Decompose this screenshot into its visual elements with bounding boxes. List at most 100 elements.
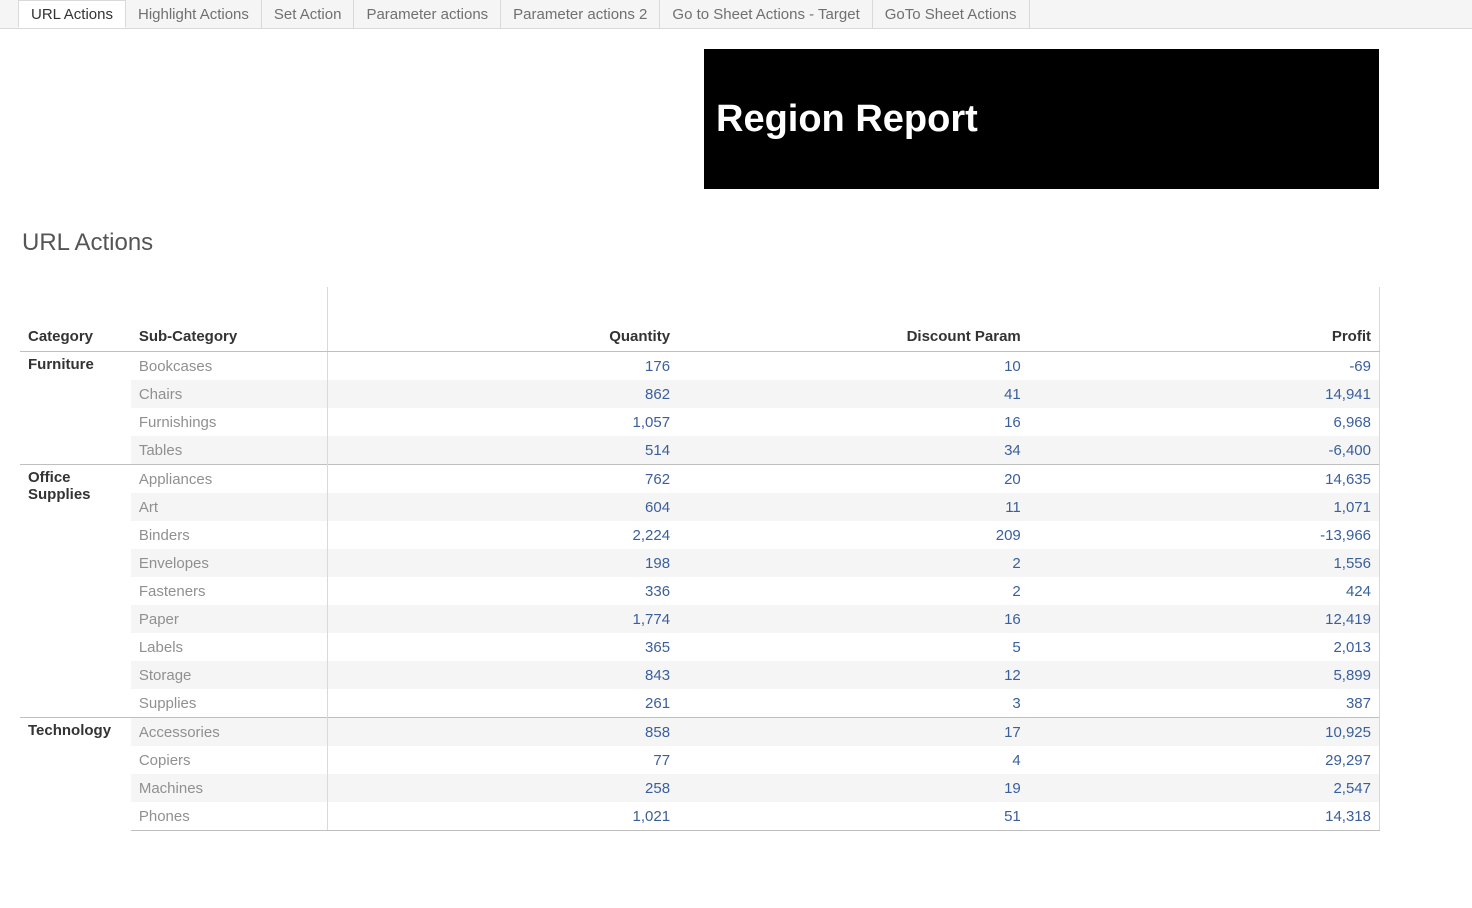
- quantity-cell[interactable]: 2,224: [327, 521, 678, 549]
- quantity-cell[interactable]: 336: [327, 577, 678, 605]
- profit-cell[interactable]: 10,925: [1029, 718, 1380, 747]
- table-row[interactable]: Art604111,071: [20, 493, 1380, 521]
- profit-cell[interactable]: -13,966: [1029, 521, 1380, 549]
- table-row[interactable]: Copiers77429,297: [20, 746, 1380, 774]
- category-cell[interactable]: OfficeSupplies: [20, 465, 131, 718]
- tab-goto-sheet-actions[interactable]: GoTo Sheet Actions: [873, 0, 1030, 28]
- profit-cell[interactable]: -6,400: [1029, 436, 1380, 465]
- discount-cell[interactable]: 2: [678, 549, 1029, 577]
- profit-cell[interactable]: 424: [1029, 577, 1380, 605]
- quantity-cell[interactable]: 862: [327, 380, 678, 408]
- discount-cell[interactable]: 34: [678, 436, 1029, 465]
- sub-category-cell[interactable]: Appliances: [131, 465, 328, 494]
- col-discount-param[interactable]: Discount Param: [678, 287, 1029, 352]
- tab-parameter-actions[interactable]: Parameter actions: [354, 0, 501, 28]
- col-profit[interactable]: Profit: [1029, 287, 1380, 352]
- table-row[interactable]: Envelopes19821,556: [20, 549, 1380, 577]
- table-row[interactable]: FurnitureBookcases17610-69: [20, 352, 1380, 381]
- table-row[interactable]: Machines258192,547: [20, 774, 1380, 802]
- profit-cell[interactable]: 14,318: [1029, 802, 1380, 831]
- profit-cell[interactable]: 1,556: [1029, 549, 1380, 577]
- discount-cell[interactable]: 4: [678, 746, 1029, 774]
- col-quantity[interactable]: Quantity: [327, 287, 678, 352]
- quantity-cell[interactable]: 258: [327, 774, 678, 802]
- quantity-cell[interactable]: 261: [327, 689, 678, 718]
- table-row[interactable]: Labels36552,013: [20, 633, 1380, 661]
- sub-category-cell[interactable]: Chairs: [131, 380, 328, 408]
- sub-category-cell[interactable]: Storage: [131, 661, 328, 689]
- category-cell[interactable]: Technology: [20, 718, 131, 831]
- table-row[interactable]: Supplies2613387: [20, 689, 1380, 718]
- table-row[interactable]: TechnologyAccessories8581710,925: [20, 718, 1380, 747]
- tab-go-to-sheet-actions-target[interactable]: Go to Sheet Actions - Target: [660, 0, 872, 28]
- discount-cell[interactable]: 20: [678, 465, 1029, 494]
- discount-cell[interactable]: 19: [678, 774, 1029, 802]
- table-row[interactable]: OfficeSuppliesAppliances7622014,635: [20, 465, 1380, 494]
- tab-set-action[interactable]: Set Action: [262, 0, 355, 28]
- quantity-cell[interactable]: 1,774: [327, 605, 678, 633]
- quantity-cell[interactable]: 365: [327, 633, 678, 661]
- profit-cell[interactable]: 387: [1029, 689, 1380, 718]
- quantity-cell[interactable]: 843: [327, 661, 678, 689]
- profit-cell[interactable]: 6,968: [1029, 408, 1380, 436]
- sub-category-cell[interactable]: Binders: [131, 521, 328, 549]
- sub-category-cell[interactable]: Supplies: [131, 689, 328, 718]
- profit-cell[interactable]: 14,941: [1029, 380, 1380, 408]
- table-row[interactable]: Phones1,0215114,318: [20, 802, 1380, 831]
- profit-cell[interactable]: 1,071: [1029, 493, 1380, 521]
- sub-category-cell[interactable]: Machines: [131, 774, 328, 802]
- discount-cell[interactable]: 12: [678, 661, 1029, 689]
- sub-category-cell[interactable]: Tables: [131, 436, 328, 465]
- discount-cell[interactable]: 17: [678, 718, 1029, 747]
- sub-category-cell[interactable]: Bookcases: [131, 352, 328, 381]
- profit-cell[interactable]: 2,013: [1029, 633, 1380, 661]
- profit-cell[interactable]: 14,635: [1029, 465, 1380, 494]
- table-row[interactable]: Paper1,7741612,419: [20, 605, 1380, 633]
- quantity-cell[interactable]: 858: [327, 718, 678, 747]
- table-row[interactable]: Fasteners3362424: [20, 577, 1380, 605]
- tab-parameter-actions-2[interactable]: Parameter actions 2: [501, 0, 660, 28]
- profit-cell[interactable]: 2,547: [1029, 774, 1380, 802]
- sub-category-cell[interactable]: Phones: [131, 802, 328, 831]
- sub-category-cell[interactable]: Envelopes: [131, 549, 328, 577]
- col-sub-category[interactable]: Sub-Category: [131, 287, 328, 352]
- quantity-cell[interactable]: 762: [327, 465, 678, 494]
- quantity-cell[interactable]: 176: [327, 352, 678, 381]
- quantity-cell[interactable]: 1,057: [327, 408, 678, 436]
- sub-category-cell[interactable]: Labels: [131, 633, 328, 661]
- discount-cell[interactable]: 16: [678, 605, 1029, 633]
- sub-category-cell[interactable]: Fasteners: [131, 577, 328, 605]
- profit-cell[interactable]: 29,297: [1029, 746, 1380, 774]
- profit-cell[interactable]: 5,899: [1029, 661, 1380, 689]
- discount-cell[interactable]: 2: [678, 577, 1029, 605]
- discount-cell[interactable]: 10: [678, 352, 1029, 381]
- discount-cell[interactable]: 5: [678, 633, 1029, 661]
- discount-cell[interactable]: 16: [678, 408, 1029, 436]
- col-category[interactable]: Category: [20, 287, 131, 352]
- sub-category-cell[interactable]: Accessories: [131, 718, 328, 747]
- discount-cell[interactable]: 51: [678, 802, 1029, 831]
- table-row[interactable]: Furnishings1,057166,968: [20, 408, 1380, 436]
- quantity-cell[interactable]: 77: [327, 746, 678, 774]
- tab-url-actions[interactable]: URL Actions: [18, 0, 126, 28]
- table-row[interactable]: Binders2,224209-13,966: [20, 521, 1380, 549]
- sub-category-cell[interactable]: Art: [131, 493, 328, 521]
- profit-cell[interactable]: -69: [1029, 352, 1380, 381]
- quantity-cell[interactable]: 514: [327, 436, 678, 465]
- sub-category-cell[interactable]: Furnishings: [131, 408, 328, 436]
- quantity-cell[interactable]: 1,021: [327, 802, 678, 831]
- quantity-cell[interactable]: 604: [327, 493, 678, 521]
- table-row[interactable]: Tables51434-6,400: [20, 436, 1380, 465]
- quantity-cell[interactable]: 198: [327, 549, 678, 577]
- tab-highlight-actions[interactable]: Highlight Actions: [126, 0, 262, 28]
- sub-category-cell[interactable]: Copiers: [131, 746, 328, 774]
- discount-cell[interactable]: 41: [678, 380, 1029, 408]
- table-row[interactable]: Storage843125,899: [20, 661, 1380, 689]
- discount-cell[interactable]: 209: [678, 521, 1029, 549]
- discount-cell[interactable]: 3: [678, 689, 1029, 718]
- table-row[interactable]: Chairs8624114,941: [20, 380, 1380, 408]
- category-cell[interactable]: Furniture: [20, 352, 131, 465]
- discount-cell[interactable]: 11: [678, 493, 1029, 521]
- sub-category-cell[interactable]: Paper: [131, 605, 328, 633]
- profit-cell[interactable]: 12,419: [1029, 605, 1380, 633]
